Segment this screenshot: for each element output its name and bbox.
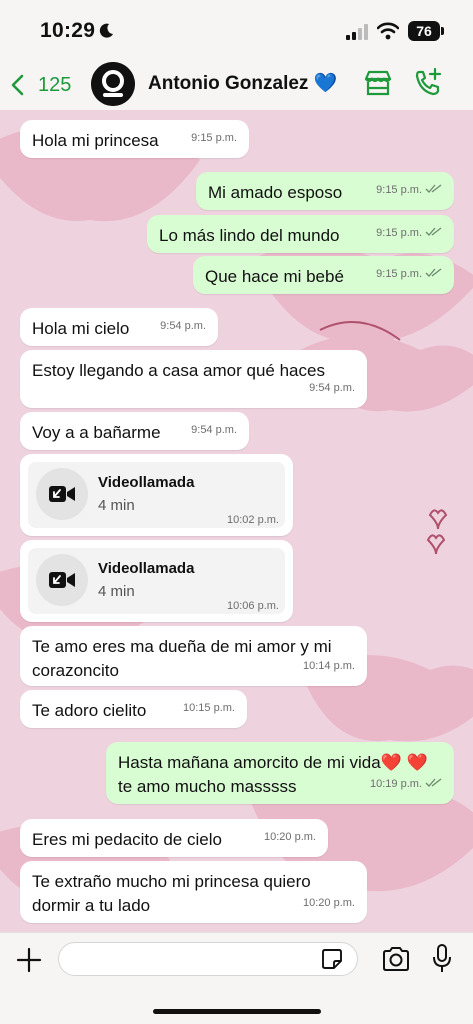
back-button[interactable]: 125	[8, 68, 71, 102]
battery-nub	[441, 27, 444, 35]
message-time: 10:19 p.m.	[370, 778, 422, 790]
camera-icon[interactable]	[381, 946, 411, 972]
message-time-status: 10:19 p.m.	[370, 772, 442, 796]
incoming-message[interactable]: Eres mi pedacito de cielo 10:20 p.m.	[20, 819, 328, 857]
unread-count: 125	[38, 73, 72, 96]
double-check-icon	[425, 268, 442, 277]
incoming-message[interactable]: Te extraño mucho mi princesa quiero dorm…	[20, 861, 367, 923]
incoming-message[interactable]: Hola mi princesa 9:15 p.m.	[20, 120, 249, 158]
video-camera-icon	[49, 572, 75, 588]
video-call-card[interactable]: Videollamada 4 min 10:06 p.m.	[20, 540, 293, 622]
home-indicator	[153, 1009, 321, 1014]
message-time: 9:15 p.m.	[376, 268, 422, 280]
incoming-message[interactable]: Hola mi cielo 9:54 p.m.	[20, 308, 218, 346]
cellular-signal-icon	[346, 24, 368, 40]
outgoing-message[interactable]: Que hace mi bebé 9:15 p.m.	[193, 256, 454, 294]
video-call-card-body: Videollamada 4 min 10:02 p.m.	[28, 462, 285, 528]
contact-name[interactable]: Antonio Gonzalez 💙	[148, 71, 337, 95]
message-time: 9:54 p.m.	[160, 320, 206, 332]
incoming-message[interactable]: Estoy llegando a casa amor qué haces 9:5…	[20, 350, 367, 408]
status-time: 10:29	[40, 19, 96, 42]
message-time: 9:15 p.m.	[191, 132, 237, 144]
chat-header: 125 Antonio Gonzalez 💙	[0, 62, 473, 110]
message-time-status: 9:15 p.m.	[376, 262, 442, 286]
avatar[interactable]	[91, 62, 135, 106]
video-call-time: 10:02 p.m.	[227, 514, 279, 526]
video-call-card-body: Videollamada 4 min 10:06 p.m.	[28, 548, 285, 614]
store-icon[interactable]	[363, 68, 393, 98]
video-call-time: 10:06 p.m.	[227, 600, 279, 612]
message-text: Te adoro cielito	[32, 701, 147, 720]
outgoing-message[interactable]: Lo más lindo del mundo 9:15 p.m.	[147, 215, 454, 253]
message-text: Te amo eres ma dueña de mi amor y mi cor…	[32, 637, 332, 680]
sticker-icon[interactable]	[321, 948, 343, 970]
message-text: Que hace mi bebé	[205, 267, 344, 286]
incoming-message[interactable]: Te adoro cielito 10:15 p.m.	[20, 690, 247, 728]
battery-indicator: 76	[408, 21, 440, 41]
video-call-card[interactable]: Videollamada 4 min 10:02 p.m.	[20, 454, 293, 536]
message-text: Hola mi princesa	[32, 131, 159, 150]
double-check-icon	[425, 778, 442, 787]
message-time: 10:14 p.m.	[303, 660, 355, 672]
wifi-icon	[377, 22, 399, 40]
message-text: Voy a a bañarme	[32, 423, 161, 442]
message-time: 9:54 p.m.	[191, 424, 237, 436]
video-call-icon-circle	[36, 468, 88, 520]
video-call-duration: 4 min	[98, 497, 135, 514]
chat-area[interactable]: Hola mi princesa 9:15 p.m. Mi amado espo…	[0, 110, 473, 932]
chevron-left-icon	[11, 74, 24, 96]
microphone-icon[interactable]	[432, 944, 452, 974]
message-input[interactable]	[58, 942, 358, 976]
moon-icon	[99, 23, 113, 38]
message-time: 10:20 p.m.	[264, 831, 316, 843]
message-text: Hola mi cielo	[32, 319, 130, 338]
video-call-title: Videollamada	[98, 560, 195, 577]
video-camera-icon	[49, 486, 75, 502]
double-check-icon	[425, 184, 442, 193]
message-time: 9:15 p.m.	[376, 227, 422, 239]
video-call-icon-circle	[36, 554, 88, 606]
status-bar: 10:29 76	[0, 0, 473, 62]
message-time: 10:20 p.m.	[303, 897, 355, 909]
message-text: Mi amado esposo	[208, 183, 343, 202]
message-time: 9:54 p.m.	[309, 382, 355, 394]
message-time-status: 9:15 p.m.	[376, 221, 442, 245]
double-check-icon	[425, 227, 442, 236]
contact-name-text: Antonio Gonzalez	[148, 73, 309, 94]
add-call-icon[interactable]	[413, 67, 443, 97]
message-text: Eres mi pedacito de cielo	[32, 830, 222, 849]
outgoing-message[interactable]: Hasta mañana amorcito de mi vida❤️ ❤️ te…	[106, 742, 454, 804]
message-text: Lo más lindo del mundo	[159, 226, 340, 245]
plus-icon[interactable]	[16, 947, 42, 973]
video-call-title: Videollamada	[98, 474, 195, 491]
video-call-duration: 4 min	[98, 583, 135, 600]
blue-heart-emoji: 💙	[313, 73, 338, 94]
incoming-message[interactable]: Te amo eres ma dueña de mi amor y mi cor…	[20, 626, 367, 686]
message-text: Estoy llegando a casa amor qué haces	[32, 361, 325, 380]
message-time: 10:15 p.m.	[183, 702, 235, 714]
outgoing-message[interactable]: Mi amado esposo 9:15 p.m.	[196, 172, 454, 210]
incoming-message[interactable]: Voy a a bañarme 9:54 p.m.	[20, 412, 249, 450]
message-time: 9:15 p.m.	[376, 184, 422, 196]
message-time-status: 9:15 p.m.	[376, 178, 442, 202]
